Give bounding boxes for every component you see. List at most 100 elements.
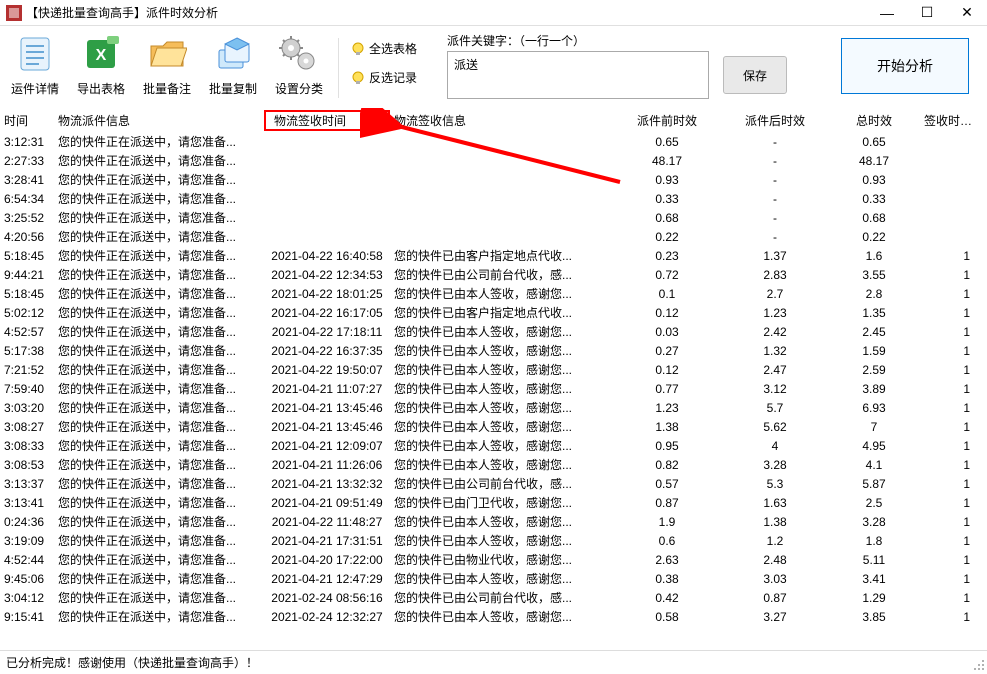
minimize-button[interactable]: — — [867, 0, 907, 26]
start-analysis-button[interactable]: 开始分析 — [841, 38, 969, 94]
app-icon — [6, 5, 22, 21]
cell-total-time: 0.93 — [828, 173, 920, 187]
cell-dispatch-info: 您的快件正在派送中，请您准备... — [54, 570, 264, 587]
keyword-input[interactable] — [447, 51, 709, 99]
cell-time: 4:52:57 — [0, 325, 54, 339]
cell-sign-info: 您的快件已由公司前台代收，感... — [390, 475, 612, 492]
cell-sign-info: 您的快件已由本人签收，感谢您... — [390, 418, 612, 435]
select-all-button[interactable]: 全选表格 — [351, 40, 417, 57]
cell-pre-time: 1.9 — [612, 515, 722, 529]
cell-time: 3:13:41 — [0, 496, 54, 510]
table-row[interactable]: 5:18:45您的快件正在派送中，请您准备...2021-04-22 18:01… — [0, 284, 987, 303]
table-header-row: 时间 物流派件信息 物流签收时间 物流签收信息 派件前时效 派件后时效 总时效 … — [0, 108, 987, 132]
cell-sign-info: 您的快件已由本人签收，感谢您... — [390, 399, 612, 416]
table-row[interactable]: 3:08:27您的快件正在派送中，请您准备...2021-04-21 13:45… — [0, 417, 987, 436]
table-row[interactable]: 0:24:36您的快件正在派送中，请您准备...2021-04-22 11:48… — [0, 512, 987, 531]
window-title: 【快递批量查询高手】派件时效分析 — [26, 4, 218, 21]
cell-sign-info: 您的快件已由本人签收，感谢您... — [390, 323, 612, 340]
table-row[interactable]: 3:03:20您的快件正在派送中，请您准备...2021-04-21 13:45… — [0, 398, 987, 417]
col-header-total-time[interactable]: 总时效 — [828, 112, 920, 129]
table-row[interactable]: 4:52:57您的快件正在派送中，请您准备...2021-04-22 17:18… — [0, 322, 987, 341]
cell-dispatch-info: 您的快件正在派送中，请您准备... — [54, 494, 264, 511]
keyword-area: 派件关键字：（一行一个） 保存 — [447, 32, 787, 99]
col-header-time[interactable]: 时间 — [0, 112, 54, 129]
maximize-button[interactable]: ☐ — [907, 0, 947, 26]
table-row[interactable]: 6:54:34您的快件正在派送中，请您准备...0.33-0.33 — [0, 189, 987, 208]
export-button[interactable]: X 导出表格 — [70, 32, 132, 99]
col-header-sign-info[interactable]: 物流签收信息 — [390, 112, 612, 129]
detail-button[interactable]: 运件详情 — [4, 32, 66, 99]
cell-pre-time: 0.6 — [612, 534, 722, 548]
cell-sign-days: 1 — [920, 344, 980, 358]
table-row[interactable]: 4:52:44您的快件正在派送中，请您准备...2021-04-20 17:22… — [0, 550, 987, 569]
cell-sign-time: 2021-04-22 18:01:25 — [264, 287, 390, 301]
small-button-label: 反选记录 — [369, 69, 417, 86]
cell-sign-info: 您的快件已由本人签收，感谢您... — [390, 608, 612, 625]
cell-sign-info: 您的快件已由本人签收，感谢您... — [390, 513, 612, 530]
table-row[interactable]: 3:13:37您的快件正在派送中，请您准备...2021-04-21 13:32… — [0, 474, 987, 493]
cell-post-time: - — [722, 173, 828, 187]
cell-dispatch-info: 您的快件正在派送中，请您准备... — [54, 361, 264, 378]
table-row[interactable]: 3:08:53您的快件正在派送中，请您准备...2021-04-21 11:26… — [0, 455, 987, 474]
batch-note-button[interactable]: 批量备注 — [136, 32, 198, 99]
table-row[interactable]: 7:21:52您的快件正在派送中，请您准备...2021-04-22 19:50… — [0, 360, 987, 379]
cell-sign-info: 您的快件已由本人签收，感谢您... — [390, 285, 612, 302]
cell-sign-days: 1 — [920, 496, 980, 510]
cell-dispatch-info: 您的快件正在派送中，请您准备... — [54, 133, 264, 150]
table-row[interactable]: 3:19:09您的快件正在派送中，请您准备...2021-04-21 17:31… — [0, 531, 987, 550]
cell-time: 9:15:41 — [0, 610, 54, 624]
cell-post-time: - — [722, 154, 828, 168]
cell-pre-time: 0.27 — [612, 344, 722, 358]
close-button[interactable]: ✕ — [947, 0, 987, 26]
cell-time: 3:08:27 — [0, 420, 54, 434]
cell-time: 9:45:06 — [0, 572, 54, 586]
col-header-sign-days[interactable]: 签收时效(天) — [920, 112, 980, 129]
cell-pre-time: 0.1 — [612, 287, 722, 301]
cell-pre-time: 1.38 — [612, 420, 722, 434]
set-category-button[interactable]: 设置分类 — [268, 32, 330, 99]
toolbar: 运件详情 X 导出表格 批量备注 批量复制 设置分类 — [0, 26, 987, 106]
cell-dispatch-info: 您的快件正在派送中，请您准备... — [54, 228, 264, 245]
cell-dispatch-info: 您的快件正在派送中，请您准备... — [54, 551, 264, 568]
table-row[interactable]: 7:59:40您的快件正在派送中，请您准备...2021-04-21 11:07… — [0, 379, 987, 398]
cell-sign-time: 2021-04-22 12:34:53 — [264, 268, 390, 282]
table-row[interactable]: 9:45:06您的快件正在派送中，请您准备...2021-04-21 12:47… — [0, 569, 987, 588]
cell-total-time: 1.29 — [828, 591, 920, 605]
table-row[interactable]: 3:12:31您的快件正在派送中，请您准备...0.65-0.65 — [0, 132, 987, 151]
col-header-post-time[interactable]: 派件后时效 — [722, 112, 828, 129]
cell-dispatch-info: 您的快件正在派送中，请您准备... — [54, 304, 264, 321]
table-row[interactable]: 9:15:41您的快件正在派送中，请您准备...2021-02-24 12:32… — [0, 607, 987, 626]
table-row[interactable]: 3:13:41您的快件正在派送中，请您准备...2021-04-21 09:51… — [0, 493, 987, 512]
save-button[interactable]: 保存 — [723, 56, 787, 94]
col-header-dispatch-info[interactable]: 物流派件信息 — [54, 112, 264, 129]
batch-copy-button[interactable]: 批量复制 — [202, 32, 264, 99]
table-row[interactable]: 5:02:12您的快件正在派送中，请您准备...2021-04-22 16:17… — [0, 303, 987, 322]
toolbar-label: 批量复制 — [209, 80, 257, 97]
cell-time: 3:08:33 — [0, 439, 54, 453]
table-body[interactable]: 3:12:31您的快件正在派送中，请您准备...0.65-0.652:27:33… — [0, 132, 987, 648]
cell-total-time: 5.87 — [828, 477, 920, 491]
table-row[interactable]: 5:18:45您的快件正在派送中，请您准备...2021-04-22 16:40… — [0, 246, 987, 265]
table-row[interactable]: 9:44:21您的快件正在派送中，请您准备...2021-04-22 12:34… — [0, 265, 987, 284]
cell-post-time: 1.2 — [722, 534, 828, 548]
table-row[interactable]: 2:27:33您的快件正在派送中，请您准备...48.17-48.17 — [0, 151, 987, 170]
cell-pre-time: 0.42 — [612, 591, 722, 605]
cell-sign-time: 2021-04-21 09:51:49 — [264, 496, 390, 510]
invert-selection-button[interactable]: 反选记录 — [351, 69, 417, 86]
cell-sign-time: 2021-04-21 13:45:46 — [264, 420, 390, 434]
status-bar: 已分析完成！感谢使用（快递批量查询高手）！ — [0, 650, 987, 672]
resize-grip-icon[interactable] — [973, 659, 985, 671]
toolbar-label: 导出表格 — [77, 80, 125, 97]
col-header-pre-time[interactable]: 派件前时效 — [612, 112, 722, 129]
table-row[interactable]: 4:20:56您的快件正在派送中，请您准备...0.22-0.22 — [0, 227, 987, 246]
table-row[interactable]: 3:04:12您的快件正在派送中，请您准备...2021-02-24 08:56… — [0, 588, 987, 607]
col-header-sign-time[interactable]: 物流签收时间 — [264, 110, 390, 131]
cell-dispatch-info: 您的快件正在派送中，请您准备... — [54, 437, 264, 454]
table-row[interactable]: 3:28:41您的快件正在派送中，请您准备...0.93-0.93 — [0, 170, 987, 189]
cell-sign-info: 您的快件已由本人签收，感谢您... — [390, 361, 612, 378]
cell-pre-time: 0.23 — [612, 249, 722, 263]
cell-time: 9:44:21 — [0, 268, 54, 282]
table-row[interactable]: 3:25:52您的快件正在派送中，请您准备...0.68-0.68 — [0, 208, 987, 227]
table-row[interactable]: 5:17:38您的快件正在派送中，请您准备...2021-04-22 16:37… — [0, 341, 987, 360]
table-row[interactable]: 3:08:33您的快件正在派送中，请您准备...2021-04-21 12:09… — [0, 436, 987, 455]
